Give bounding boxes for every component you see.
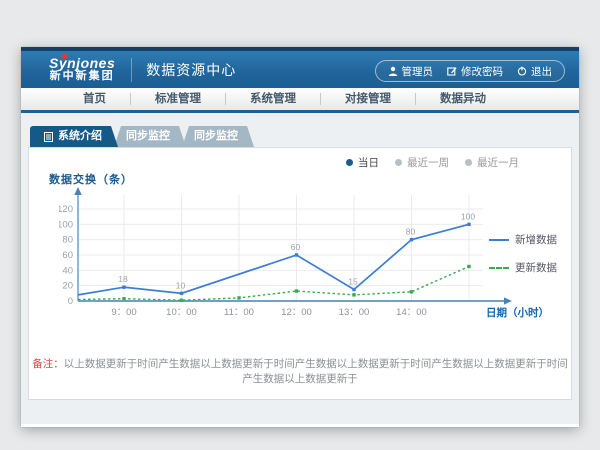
- logo-text-cn: 新中新集团: [49, 71, 115, 83]
- tab-sync-monitor-1-label: 同步监控: [126, 126, 170, 147]
- filter-last-month[interactable]: 最近一月: [465, 155, 519, 170]
- content-area: 系统介绍 同步监控 同步监控 当日 最近一周: [21, 113, 579, 424]
- svg-text:100: 100: [461, 211, 475, 221]
- svg-text:40: 40: [62, 265, 73, 276]
- nav-item-data-change[interactable]: 数据异动: [416, 88, 510, 110]
- app-window: Synjones 新中新集团 数据资源中心 管理员 修改密码: [21, 47, 579, 427]
- edit-icon: [447, 66, 457, 76]
- footnote-prefix: 备注：: [32, 358, 64, 370]
- footnote-text: 以上数据更新于时间产生数据以上数据更新于时间产生数据以上数据更新于时间产生数据以…: [64, 358, 568, 385]
- svg-text:10：00: 10：00: [166, 307, 197, 318]
- main-nav: 首页 标准管理 系统管理 对接管理 数据异动: [21, 88, 579, 113]
- user-menu-logout-label: 退出: [531, 64, 552, 79]
- tab-sync-monitor-2[interactable]: 同步监控: [182, 126, 254, 147]
- legend-item-updated-data[interactable]: 更新数据: [489, 260, 557, 275]
- user-menu-logout[interactable]: 退出: [517, 64, 552, 79]
- header-divider: [131, 58, 132, 82]
- logo-text-en: Synjones: [49, 56, 115, 71]
- svg-text:60: 60: [62, 250, 73, 261]
- svg-text:18: 18: [118, 274, 128, 284]
- power-icon: [517, 66, 527, 76]
- company-logo: Synjones 新中新集团: [49, 56, 115, 82]
- svg-text:10: 10: [176, 280, 186, 290]
- solid-line-icon: [489, 239, 509, 241]
- svg-text:9：00: 9：00: [111, 307, 136, 318]
- radio-dot-icon: [346, 159, 353, 166]
- document-icon: [44, 132, 53, 142]
- nav-item-system-mgmt[interactable]: 系统管理: [226, 88, 320, 110]
- tab-sync-monitor-1[interactable]: 同步监控: [114, 126, 186, 147]
- y-axis-title: 数据交换（条）: [49, 171, 133, 187]
- user-menu-admin-label: 管理员: [402, 64, 434, 79]
- user-menu-change-password-label: 修改密码: [461, 64, 503, 79]
- user-icon: [388, 66, 398, 76]
- chart-panel: 当日 最近一周 最近一月 数据交换（条） 0 20 40 60 80 100 120 9：00…: [28, 147, 572, 400]
- svg-text:20: 20: [62, 281, 73, 292]
- svg-text:100: 100: [59, 219, 73, 230]
- legend-item-new-data[interactable]: 新增数据: [489, 232, 557, 247]
- footnote: 备注：以上数据更新于时间产生数据以上数据更新于时间产生数据以上数据更新于时间产生…: [29, 356, 571, 386]
- chart-filter-legend: 当日 最近一周 最近一月: [346, 155, 519, 170]
- filter-last-week[interactable]: 最近一周: [395, 155, 449, 170]
- tab-system-intro[interactable]: 系统介绍: [30, 126, 118, 147]
- svg-text:80: 80: [62, 235, 73, 246]
- svg-text:0: 0: [68, 296, 73, 307]
- filter-today[interactable]: 当日: [346, 155, 379, 170]
- header: Synjones 新中新集团 数据资源中心 管理员 修改密码: [21, 47, 579, 88]
- radio-dot-icon: [395, 159, 402, 166]
- filter-last-month-label: 最近一月: [477, 155, 519, 170]
- series-legend: 新增数据 更新数据: [489, 232, 557, 275]
- svg-text:120: 120: [59, 204, 73, 215]
- user-menu-change-password[interactable]: 修改密码: [447, 64, 503, 79]
- svg-text:11：00: 11：00: [224, 307, 254, 318]
- radio-dot-icon: [465, 159, 472, 166]
- svg-text:15: 15: [348, 277, 358, 287]
- nav-item-interface-mgmt[interactable]: 对接管理: [321, 88, 415, 110]
- nav-item-home[interactable]: 首页: [59, 88, 130, 110]
- tab-sync-monitor-2-label: 同步监控: [194, 126, 238, 147]
- tab-system-intro-label: 系统介绍: [58, 126, 102, 147]
- svg-text:80: 80: [406, 227, 416, 237]
- svg-text:14：00: 14：00: [396, 307, 427, 318]
- svg-text:日期（小时）: 日期（小时）: [486, 306, 549, 319]
- filter-today-label: 当日: [358, 155, 379, 170]
- legend-updated-data-label: 更新数据: [515, 260, 557, 275]
- filter-last-week-label: 最近一周: [407, 155, 449, 170]
- svg-text:13：00: 13：00: [339, 307, 370, 318]
- site-title: 数据资源中心: [146, 60, 236, 80]
- user-menu: 管理员 修改密码 退出: [375, 60, 566, 82]
- svg-text:12：00: 12：00: [281, 307, 312, 318]
- nav-item-standard-mgmt[interactable]: 标准管理: [131, 88, 225, 110]
- tab-bar: 系统介绍 同步监控 同步监控: [30, 126, 250, 147]
- svg-text:60: 60: [291, 242, 301, 252]
- user-menu-admin[interactable]: 管理员: [388, 64, 434, 79]
- legend-new-data-label: 新增数据: [515, 232, 557, 247]
- dashed-line-icon: [489, 267, 509, 269]
